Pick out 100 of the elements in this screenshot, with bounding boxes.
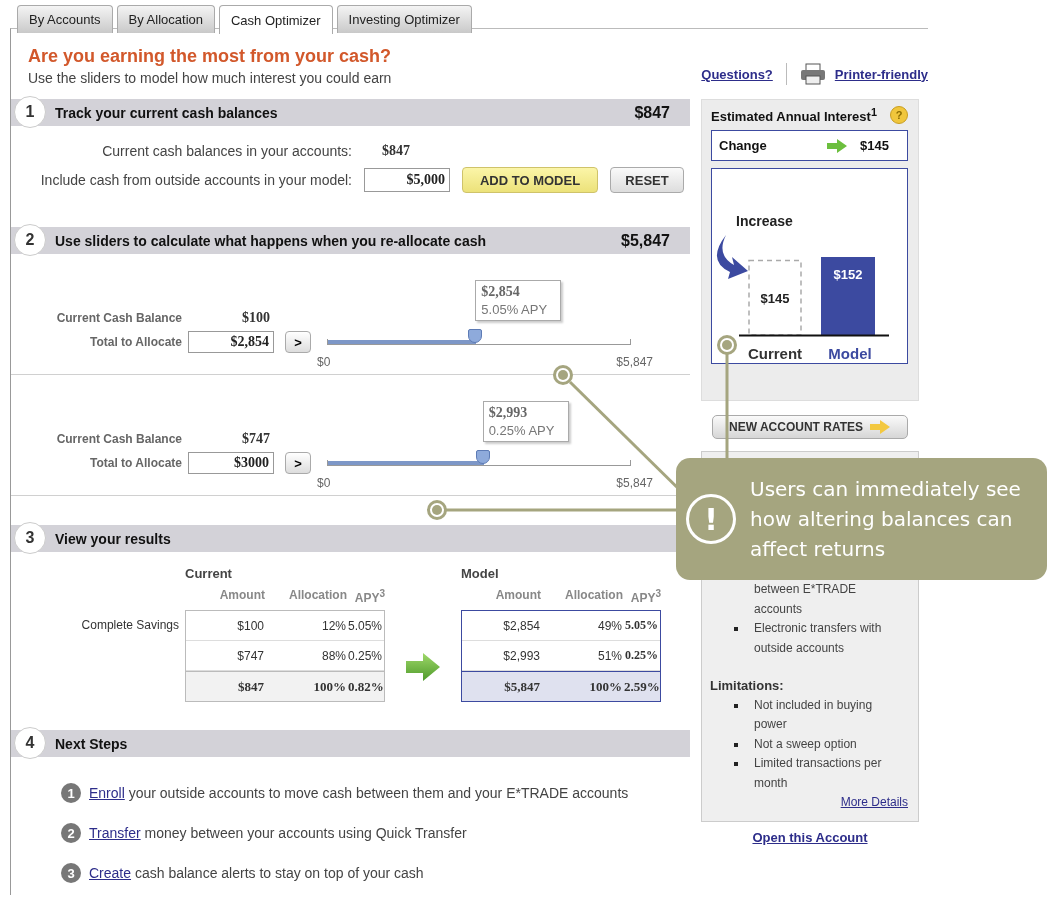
field-label: Current Cash Balance	[55, 432, 182, 446]
field-label: Current cash balances in your accounts:	[101, 143, 352, 159]
amount-input[interactable]: $3000	[188, 452, 274, 474]
section-title: View your results	[55, 530, 172, 547]
field-label: Include cash from outside accounts in your model:	[39, 172, 352, 188]
category-label: Current	[747, 345, 803, 362]
table-cell: 2.59%	[624, 678, 660, 695]
table-cell-text: $2,993	[502, 648, 541, 663]
step-number: 3	[61, 863, 81, 883]
column-header: Allocation	[564, 588, 623, 604]
change-value: $145	[860, 138, 889, 153]
right-arrow-icon	[826, 137, 849, 154]
step-number: 2	[14, 224, 46, 256]
table-title: Model	[461, 566, 500, 583]
table-cell-text: $2,854	[502, 618, 541, 633]
column-header: APY$^{3}$	[353, 588, 385, 607]
open-account-link[interactable]: Open this Account	[752, 829, 868, 845]
tab[interactable]: Cash Optimizer	[219, 5, 333, 34]
column-header: Amount	[218, 588, 265, 604]
table-cell-text: $847	[237, 678, 265, 695]
change-label: Change	[719, 138, 767, 153]
slider-track[interactable]	[327, 450, 631, 466]
curved-arrow-icon	[716, 235, 748, 279]
section-total: $847	[634, 103, 670, 122]
page-subtitle: Use the sliders to model how much interest you could earn	[28, 70, 392, 86]
section-title: Use sliders to calculate what happens when you re-allocate cash	[55, 232, 488, 249]
slider-track[interactable]	[327, 329, 631, 345]
step-number: 2	[61, 823, 81, 843]
field-label: Current Cash Balance	[55, 311, 182, 325]
table-cell-text: 88%	[320, 648, 347, 663]
feature-text: between E*TRADE accounts	[754, 581, 858, 618]
table-title: Current	[185, 566, 233, 583]
limitations-title: Limitations:	[710, 677, 785, 695]
step-text: Transfer money between your accounts using Quick Transfer	[89, 825, 467, 841]
column-header: APY$^{3}$	[629, 588, 661, 607]
column-header: Amount	[494, 588, 541, 604]
alert-icon: !	[686, 494, 736, 544]
step-link[interactable]: Transfer	[89, 825, 141, 841]
amount-input[interactable]: $2,854	[188, 331, 274, 353]
table-cell-text: $100	[236, 618, 265, 633]
printer-friendly-link[interactable]: Printer-friendly	[834, 66, 928, 82]
tab[interactable]: By Accounts	[17, 5, 113, 33]
new-account-rates-button[interactable]: NEW ACCOUNT RATES	[712, 415, 908, 439]
balance-value: $847	[381, 143, 411, 159]
tab[interactable]: By Allocation	[116, 5, 215, 33]
table-cell-text: 51%	[596, 648, 623, 663]
apply-button[interactable]: >	[285, 331, 311, 353]
bullet-icon	[734, 762, 738, 766]
slider-min-label: $0	[317, 355, 331, 369]
table-cell: 0.25%	[348, 648, 384, 663]
arrow-icon	[869, 419, 891, 435]
table-cell-text: 5.05%	[624, 618, 659, 633]
slider-thumb[interactable]	[468, 329, 483, 343]
slider-max-label: $5,847	[616, 476, 653, 490]
bullet-icon	[734, 703, 738, 708]
table-cell-text: $747	[236, 648, 265, 663]
step-text: Create cash balance alerts to stay on top of your cash	[89, 865, 424, 881]
table-cell-text: 12%	[320, 618, 347, 633]
slider-thumb[interactable]	[475, 450, 490, 464]
right-arrow-icon	[405, 652, 441, 682]
bullet-icon	[734, 627, 738, 631]
step-link[interactable]: Enroll	[89, 785, 125, 801]
column-header: Allocation	[288, 588, 347, 604]
table-cell-text: 100%	[312, 678, 347, 695]
table-cell: 0.82%	[348, 678, 384, 695]
panel-title: Estimated Annual Interest$^{1}$	[711, 105, 877, 125]
amount-input[interactable]: $5,000	[364, 168, 450, 192]
tab[interactable]: Investing Optimizer	[336, 5, 472, 33]
data-label: $152	[833, 267, 863, 282]
add-to-model-button[interactable]: ADD TO MODEL	[462, 167, 598, 193]
reset-button[interactable]: RESET	[610, 167, 684, 193]
section-title: Track your current cash balances	[55, 104, 279, 121]
step-text: Enroll your outside accounts to move cash between them and your E*TRADE accounts	[89, 785, 629, 801]
step-link[interactable]: Create	[89, 865, 132, 881]
apply-button[interactable]: >	[285, 452, 311, 474]
limitation-text: Not a sweep option	[754, 735, 857, 753]
limitation-text: Not included in buying power	[754, 696, 874, 733]
bullet-icon	[734, 742, 738, 747]
step-number: 1	[61, 783, 81, 803]
row-label: Complete Savings	[81, 618, 179, 632]
table-cell: 5.05%	[348, 618, 384, 633]
step-number: 3	[14, 522, 46, 554]
slider-min-label: $0	[317, 476, 331, 490]
limitation-text: Limited transactions per month	[754, 755, 883, 792]
table-cell-text: 49%	[596, 618, 623, 633]
questions-link[interactable]: Questions?	[701, 66, 773, 82]
slider-max-label: $5,847	[616, 355, 653, 369]
slider-tooltip: $2,993 0.25% APY	[482, 401, 569, 442]
increase-label: Increase	[736, 213, 793, 229]
more-details-link[interactable]: More Details	[840, 795, 908, 809]
page-title: Are you earning the most from your cash?	[28, 46, 392, 67]
field-label: Total to Allocate	[89, 456, 182, 470]
table-cell-text: 100%	[588, 678, 623, 695]
step-number: 4	[14, 727, 46, 759]
category-label: Model	[828, 345, 872, 362]
table-cell-text: $5,847	[503, 678, 541, 695]
balance-value: $100	[241, 310, 271, 326]
table-cell-text: 0.25%	[624, 648, 659, 663]
field-label: Total to Allocate	[89, 335, 182, 349]
data-label: $145	[760, 290, 790, 306]
